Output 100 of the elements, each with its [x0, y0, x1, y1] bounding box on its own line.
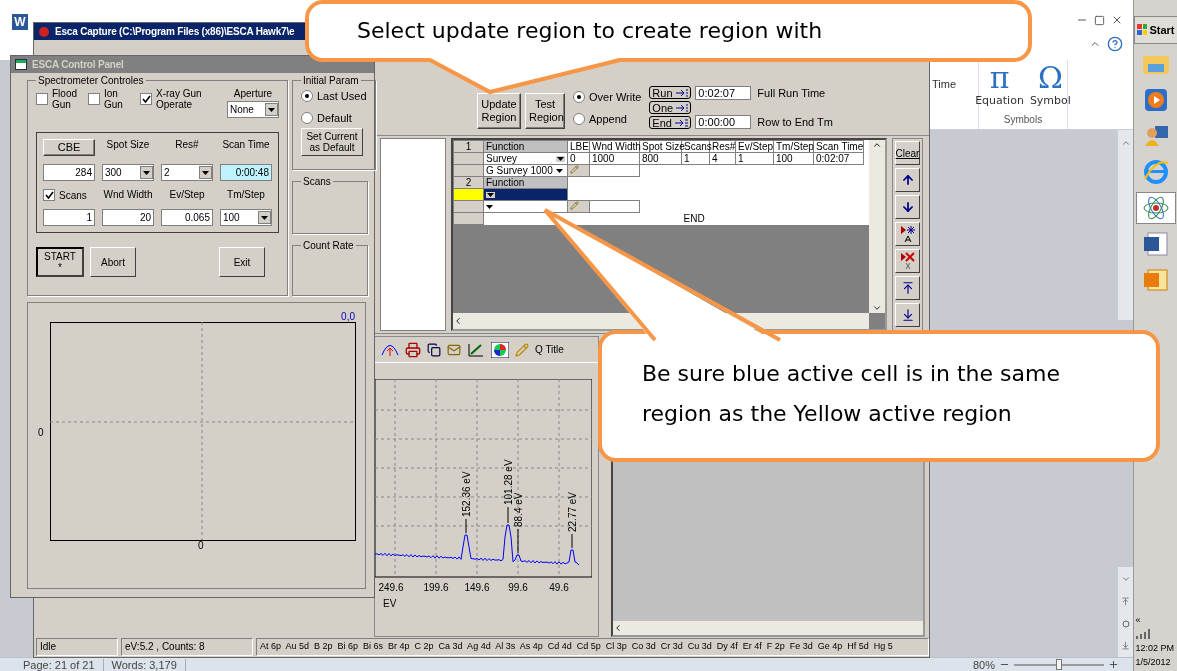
window-icon [15, 59, 27, 70]
run-button[interactable]: End [649, 116, 692, 129]
caret-icon [486, 203, 495, 210]
caret-icon[interactable] [261, 215, 268, 220]
axis-tick-label: 49.6 [549, 582, 569, 593]
scroll-left-icon[interactable] [453, 316, 463, 326]
axis-title: EV [383, 598, 397, 609]
leader-line [507, 506, 509, 524]
ribbon-button[interactable]: π Equation [975, 62, 1024, 107]
input-field[interactable]: 284 [43, 164, 95, 181]
column-header: Ev/Step [735, 140, 774, 153]
action-button[interactable]: Exit [219, 247, 265, 277]
axis-tick-label: 0 [198, 540, 204, 551]
clear-button[interactable]: Clear [895, 141, 920, 165]
radio-option[interactable]: Append [573, 113, 642, 125]
zoom-in-icon[interactable] [1108, 659, 1119, 670]
signal-icon[interactable] [1135, 629, 1152, 639]
windows-logo-icon [1136, 24, 1148, 36]
toolbar-button[interactable] [895, 303, 920, 327]
time-field[interactable]: 0:00:00 [695, 115, 752, 129]
select-field[interactable]: 300 [102, 164, 154, 181]
arrow-to-bottom-icon [900, 308, 915, 322]
radio-button[interactable] [573, 113, 585, 125]
previous-page-icon[interactable] [1121, 597, 1130, 607]
scroll-buttons[interactable] [1117, 567, 1133, 657]
title-button[interactable]: Q Title [535, 344, 564, 355]
column-header: Wnd Width [589, 140, 640, 153]
checkbox-option[interactable]: X-ray Gun Operate [140, 88, 204, 110]
toolbar-button[interactable] [895, 249, 920, 273]
toolbar-button[interactable] [895, 276, 920, 300]
next-page-icon[interactable] [1121, 641, 1130, 651]
vertical-scrollbar[interactable] [869, 140, 885, 313]
input-field[interactable]: 20 [102, 209, 154, 226]
radio-button[interactable] [573, 91, 585, 103]
column-header: LBE [567, 140, 590, 153]
start-button[interactable]: Start [1133, 16, 1177, 44]
toolbar-button[interactable] [895, 168, 920, 192]
aperture-select[interactable]: None [227, 101, 279, 118]
action-button[interactable]: Abort [90, 247, 136, 277]
dropdown-button[interactable] [140, 166, 153, 179]
radio-button[interactable] [301, 112, 313, 124]
column-header: Tm/Step [773, 140, 814, 153]
radio-button[interactable] [301, 90, 313, 102]
plot-coordinates: 0,0 [341, 311, 355, 322]
field-label: Res# [174, 139, 200, 152]
scrollbar[interactable] [1117, 130, 1133, 320]
scroll-up-icon[interactable] [872, 140, 882, 150]
show-more-button[interactable]: « [1135, 615, 1141, 625]
radio-option[interactable]: Last Used [301, 90, 367, 102]
select-field[interactable]: 2 [161, 164, 213, 181]
insert-row-icon [899, 225, 916, 243]
region-button[interactable]: Test Region [525, 93, 565, 129]
checkbox[interactable] [36, 93, 48, 105]
pie-chart-icon[interactable] [491, 341, 509, 358]
checkbox[interactable] [43, 189, 55, 201]
dropdown-button[interactable] [265, 103, 278, 116]
edit-button[interactable] [567, 200, 590, 213]
caret-icon[interactable] [143, 170, 150, 175]
circle-icon[interactable] [1121, 619, 1130, 628]
help-icon[interactable] [1107, 36, 1123, 52]
caret-icon[interactable] [202, 170, 209, 175]
print-icon[interactable] [405, 341, 421, 358]
clock-date[interactable]: 1/5/2012 [1135, 657, 1171, 667]
radio-option[interactable]: Default [301, 112, 367, 124]
cbe-button[interactable]: CBE [43, 139, 95, 156]
ruler-icon[interactable] [467, 341, 485, 358]
app-logo-icon[interactable]: W [12, 14, 28, 30]
toolbar-button[interactable] [895, 222, 920, 246]
restore-icon[interactable] [1094, 14, 1105, 26]
close-icon[interactable] [1111, 14, 1123, 26]
input-field[interactable]: 0.065 [161, 209, 213, 226]
field-label: Ev/Step [168, 189, 206, 201]
checkbox-option[interactable]: Flood Gun [36, 88, 78, 110]
mail-icon[interactable] [447, 342, 461, 357]
region-button[interactable]: Update Region [477, 93, 521, 129]
scroll-left-icon[interactable] [613, 623, 623, 633]
horizontal-scrollbar[interactable] [613, 621, 923, 635]
dropdown-button[interactable] [199, 166, 212, 179]
checkbox[interactable] [88, 93, 100, 105]
run-button[interactable]: Run [649, 86, 692, 99]
select-field[interactable]: 100 [220, 209, 272, 226]
ribbon-button[interactable]: Ω Symbol [1029, 62, 1071, 107]
run-button[interactable]: One [649, 101, 692, 114]
checkbox-option[interactable]: Ion Gun [88, 88, 130, 110]
atom-icon[interactable] [1135, 192, 1176, 224]
zoom-thumb[interactable] [1056, 658, 1062, 670]
time-field[interactable]: 0:02:07 [695, 86, 752, 100]
toolbar-button[interactable] [895, 195, 920, 219]
action-button[interactable]: START * [36, 247, 84, 277]
radio-option[interactable]: Over Write [573, 91, 642, 103]
checkbox[interactable] [140, 93, 152, 105]
axis-tick-label: 249.6 [378, 582, 404, 593]
clock-time[interactable]: 12:02 PM [1135, 643, 1175, 653]
set-default-button[interactable]: Set Current as Default [301, 128, 363, 156]
input-field[interactable]: 1 [43, 209, 95, 226]
checkbox-option[interactable]: Scans [43, 189, 95, 201]
copy-icon[interactable] [427, 342, 441, 357]
caret-icon[interactable] [268, 107, 275, 112]
scroll-down-icon[interactable] [872, 303, 882, 313]
dropdown-button[interactable] [258, 211, 271, 224]
